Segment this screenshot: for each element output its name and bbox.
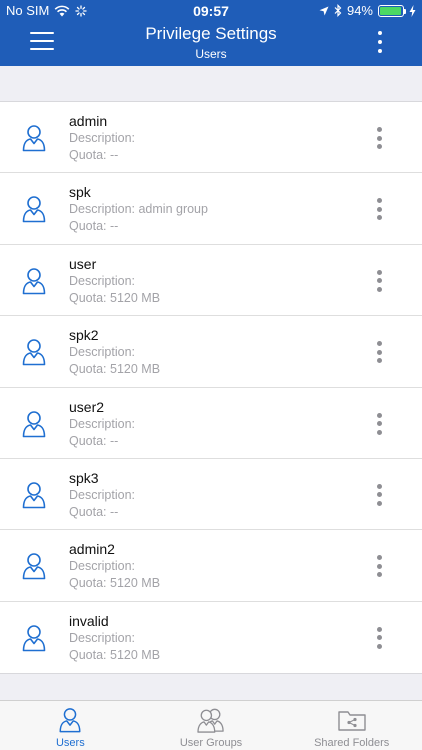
more-options-icon[interactable] xyxy=(376,31,384,53)
user-row-admin2[interactable]: admin2 Description: Quota: 5120 MB xyxy=(0,530,422,602)
user-row-spk3[interactable]: spk3 Description: Quota: -- xyxy=(0,459,422,531)
shared-folder-icon xyxy=(337,711,366,731)
row-more-icon[interactable] xyxy=(376,127,382,149)
user-description: Description: xyxy=(69,416,135,431)
row-more-icon[interactable] xyxy=(376,198,382,221)
user-description: Description: xyxy=(69,630,135,645)
user-row-spk[interactable]: spk Description: admin group Quota: -- xyxy=(0,173,422,245)
hamburger-menu-icon[interactable] xyxy=(30,32,54,50)
users-icon xyxy=(197,708,224,733)
user-quota: Quota: 5120 MB xyxy=(69,362,161,377)
user-row-spk2[interactable]: spk2 Description: Quota: 5120 MB xyxy=(0,316,422,388)
tab-label: Shared Folders xyxy=(314,737,390,749)
row-more-icon[interactable] xyxy=(376,483,382,506)
user-icon xyxy=(22,553,46,580)
user-quota: Quota: -- xyxy=(69,504,119,519)
battery-level xyxy=(380,6,401,15)
tab-shared-folders[interactable]: Shared Folders xyxy=(281,701,422,750)
user-name: admin xyxy=(69,113,108,129)
user-name: spk2 xyxy=(69,327,99,344)
user-row-admin[interactable]: admin Description: Quota: -- xyxy=(0,102,422,174)
user-row-invalid[interactable]: invalid Description: Quota: 5120 MB xyxy=(0,602,422,673)
battery-percent: 94% xyxy=(346,3,373,18)
user-name: user xyxy=(69,255,97,272)
tab-label: User Groups xyxy=(179,737,243,749)
user-name: invalid xyxy=(69,612,109,629)
user-name: spk xyxy=(69,184,91,201)
tab-users[interactable]: Users xyxy=(0,701,141,750)
user-row-user[interactable]: user Description: Quota: 5120 MB xyxy=(0,245,422,317)
tab-label: Users xyxy=(55,737,85,749)
user-icon xyxy=(22,624,46,652)
user-quota: Quota: -- xyxy=(69,148,119,162)
user-name: spk3 xyxy=(69,469,99,486)
user-icon xyxy=(22,267,46,295)
user-description: Description: admin group xyxy=(69,202,208,217)
battery-icon xyxy=(378,4,406,17)
tab-bar: Users User Groups Shared Folders xyxy=(0,700,422,750)
location-icon xyxy=(319,6,329,15)
row-more-icon[interactable] xyxy=(376,341,382,364)
tab-user-groups[interactable]: User Groups xyxy=(141,701,282,750)
user-icon xyxy=(59,708,81,733)
bluetooth-icon xyxy=(334,4,342,17)
user-icon xyxy=(22,125,46,152)
user-quota: Quota: -- xyxy=(69,433,119,448)
row-more-icon[interactable] xyxy=(376,626,382,649)
user-row-user2[interactable]: user2 Description: Quota: -- xyxy=(0,388,422,459)
page-title: Privilege Settings xyxy=(145,24,277,43)
user-icon xyxy=(22,482,46,509)
user-quota: Quota: 5120 MB xyxy=(69,576,161,591)
row-more-icon[interactable] xyxy=(376,555,382,578)
user-description: Description: xyxy=(69,345,135,360)
user-name: admin2 xyxy=(69,541,115,558)
user-icon xyxy=(22,196,46,223)
user-icon xyxy=(22,339,46,366)
row-more-icon[interactable] xyxy=(376,412,382,435)
status-bar: No SIM 09:57 94% xyxy=(0,0,422,22)
user-name: user2 xyxy=(69,398,105,415)
user-quota: Quota: -- xyxy=(69,219,119,234)
user-icon xyxy=(22,410,46,437)
row-more-icon[interactable] xyxy=(376,269,382,292)
user-list: admin Description: Quota: -- spk Descrip… xyxy=(0,101,422,675)
user-description: Description: xyxy=(69,131,135,145)
app-header: No SIM 09:57 94% Privilege Settings User… xyxy=(0,0,422,66)
page-subtitle: Users xyxy=(195,47,227,61)
user-quota: Quota: 5120 MB xyxy=(69,290,161,305)
user-description: Description: xyxy=(69,559,135,574)
charging-icon xyxy=(409,4,416,17)
user-quota: Quota: 5120 MB xyxy=(69,647,161,662)
user-description: Description: xyxy=(69,273,135,288)
user-description: Description: xyxy=(69,487,135,502)
